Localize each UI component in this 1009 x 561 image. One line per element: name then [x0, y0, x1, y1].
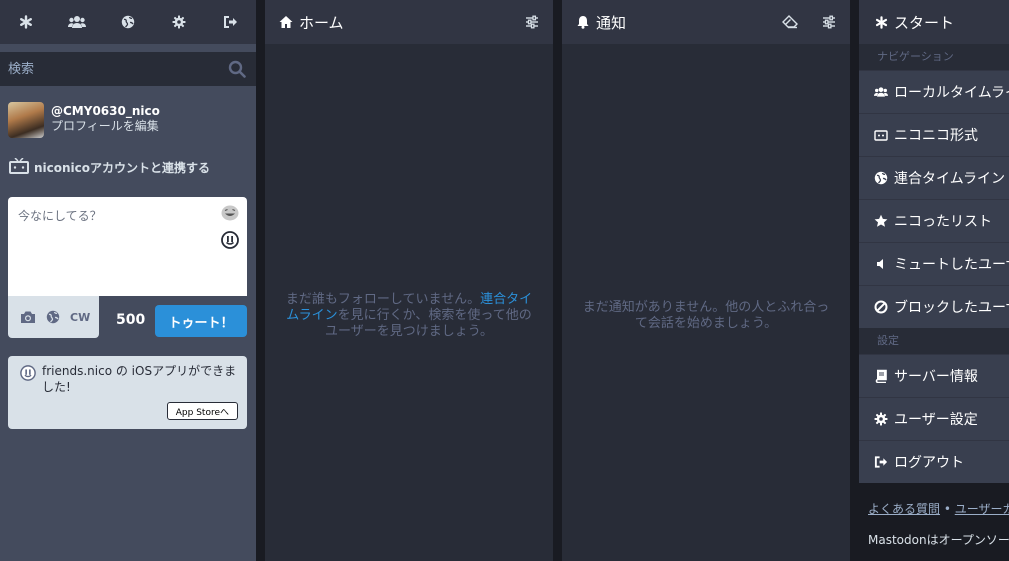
nav-logout[interactable]: ログアウト — [859, 440, 1009, 483]
ban-icon — [874, 300, 888, 314]
camera-icon[interactable] — [20, 310, 36, 324]
nav-blocked-users[interactable]: ブロックしたユーザー — [859, 285, 1009, 328]
sliders-icon[interactable] — [525, 15, 539, 29]
account-handle[interactable]: @CMY0630_nico — [51, 104, 160, 119]
nav-user-preferences[interactable]: ユーザー設定 — [859, 397, 1009, 440]
tab-logout[interactable] — [205, 0, 256, 44]
search-box — [0, 52, 256, 86]
gear-icon — [874, 412, 888, 426]
settings-heading: 設定 — [859, 328, 1009, 354]
empty-text-suffix: を見に行くか、検索を使って他のユーザーを見つけましょう。 — [325, 308, 532, 339]
content-warning-toggle[interactable]: CW — [70, 311, 90, 324]
home-icon — [279, 16, 293, 28]
account-card: @CMY0630_nico プロフィールを編集 — [8, 102, 160, 138]
nav-local-timeline[interactable]: ローカルタイムライン — [859, 70, 1009, 113]
mastodon-open-source-note: Mastodonはオープンソースソフトウェアです。 — [868, 533, 1009, 547]
nav-item-label: サーバー情報 — [894, 369, 978, 385]
footer-separator: • — [943, 502, 951, 516]
sign-out-icon — [874, 456, 888, 468]
ios-app-announcement: friends.nico の iOSアプリができました! App Storeへ — [8, 356, 247, 429]
compose-toolbar: CW — [8, 296, 99, 338]
nav-item-label: ログアウト — [894, 455, 964, 471]
compose-textarea[interactable] — [8, 197, 247, 296]
faq-link[interactable]: よくある質問 — [868, 502, 940, 516]
tab-preferences[interactable] — [154, 0, 205, 44]
column-title: スタート — [894, 13, 955, 32]
sign-out-icon — [223, 16, 237, 28]
home-column: ホーム まだ誰もフォローしていません。連合タイムラインを見に行くか、検索を使って… — [265, 0, 553, 561]
sliders-icon[interactable] — [822, 15, 836, 29]
nav-item-label: 連合タイムライン — [894, 171, 1006, 187]
nav-item-label: ローカルタイムライン — [894, 85, 1009, 101]
search-icon[interactable] — [228, 60, 246, 78]
nav-item-label: ニコったリスト — [894, 214, 992, 230]
nav-federated-timeline[interactable]: 連合タイムライン — [859, 156, 1009, 199]
app-store-button[interactable]: App Storeへ — [166, 402, 238, 420]
column-title: 通知 — [596, 13, 627, 32]
start-footer-links: よくある質問 • ユーザーガイド — [859, 483, 1009, 517]
ios-announcement-text: friends.nico の iOSアプリができました! — [42, 364, 237, 394]
nav-item-label: ニコニコ形式 — [894, 128, 978, 144]
nav-item-label: ユーザー設定 — [894, 412, 978, 428]
nav-item-label: ブロックしたユーザー — [894, 300, 1009, 316]
book-icon — [875, 369, 887, 383]
navigation-heading: ナビゲーション — [859, 44, 1009, 70]
asterisk-icon — [19, 15, 32, 29]
gear-icon — [172, 15, 186, 29]
volume-off-icon — [877, 259, 883, 269]
tab-getting-started[interactable] — [0, 0, 51, 44]
niconico-icon[interactable] — [221, 231, 239, 249]
globe-icon — [874, 171, 888, 185]
toot-button[interactable]: トゥート！ — [155, 305, 247, 337]
tab-local-timeline[interactable] — [51, 0, 102, 44]
tv-icon — [9, 158, 29, 174]
nav-item-label: ミュートしたユーザー — [894, 257, 1009, 273]
drawer-tab-bar — [0, 0, 256, 44]
avatar[interactable] — [8, 102, 44, 138]
niconico-link-label: niconicoアカウントと連携する — [34, 160, 211, 175]
notifications-column: 通知 まだ通知がありません。他の人とふれ合って会話を始めましょう。 — [562, 0, 850, 561]
nav-favourites[interactable]: ニコったリスト — [859, 199, 1009, 242]
edit-profile-link[interactable]: プロフィールを編集 — [51, 119, 160, 134]
nav-niconico-format[interactable]: ニコニコ形式 — [859, 113, 1009, 156]
user-guide-link[interactable]: ユーザーガイド — [955, 502, 1009, 516]
empty-text-prefix: まだ誰もフォローしていません。 — [285, 292, 481, 307]
eraser-icon[interactable] — [782, 15, 798, 29]
nav-server-info[interactable]: サーバー情報 — [859, 354, 1009, 397]
notifications-empty-message: まだ通知がありません。他の人とふれ合って会話を始めましょう。 — [582, 300, 830, 331]
emoji-picker-icon[interactable] — [221, 205, 239, 221]
niconico-link-account[interactable]: niconicoアカウントと連携する — [8, 158, 210, 176]
bell-icon — [577, 16, 589, 29]
users-icon — [67, 16, 86, 28]
star-icon — [874, 214, 888, 227]
column-title: ホーム — [299, 13, 344, 32]
getting-started-column: スタート ナビゲーション ローカルタイムライン ニコニコ形式 連合タイムライン … — [859, 0, 1009, 561]
nav-muted-users[interactable]: ミュートしたユーザー — [859, 242, 1009, 285]
character-counter: 500 — [116, 312, 146, 328]
tv-icon — [874, 130, 888, 141]
asterisk-icon — [875, 15, 888, 29]
notifications-column-header[interactable]: 通知 — [562, 0, 850, 44]
niconico-icon — [20, 365, 36, 381]
home-column-header[interactable]: ホーム — [265, 0, 553, 44]
account-info: @CMY0630_nico プロフィールを編集 — [51, 104, 160, 138]
globe-icon — [121, 15, 135, 29]
search-input[interactable] — [0, 52, 256, 86]
compose-form — [8, 197, 247, 296]
users-icon — [874, 87, 888, 97]
home-empty-message: まだ誰もフォローしていません。連合タイムラインを見に行くか、検索を使って他のユー… — [285, 292, 533, 340]
tab-federated-timeline[interactable] — [102, 0, 153, 44]
globe-icon[interactable] — [46, 310, 60, 324]
compose-drawer: @CMY0630_nico プロフィールを編集 niconicoアカウントと連携… — [0, 0, 256, 561]
start-column-header: スタート — [859, 0, 1009, 44]
